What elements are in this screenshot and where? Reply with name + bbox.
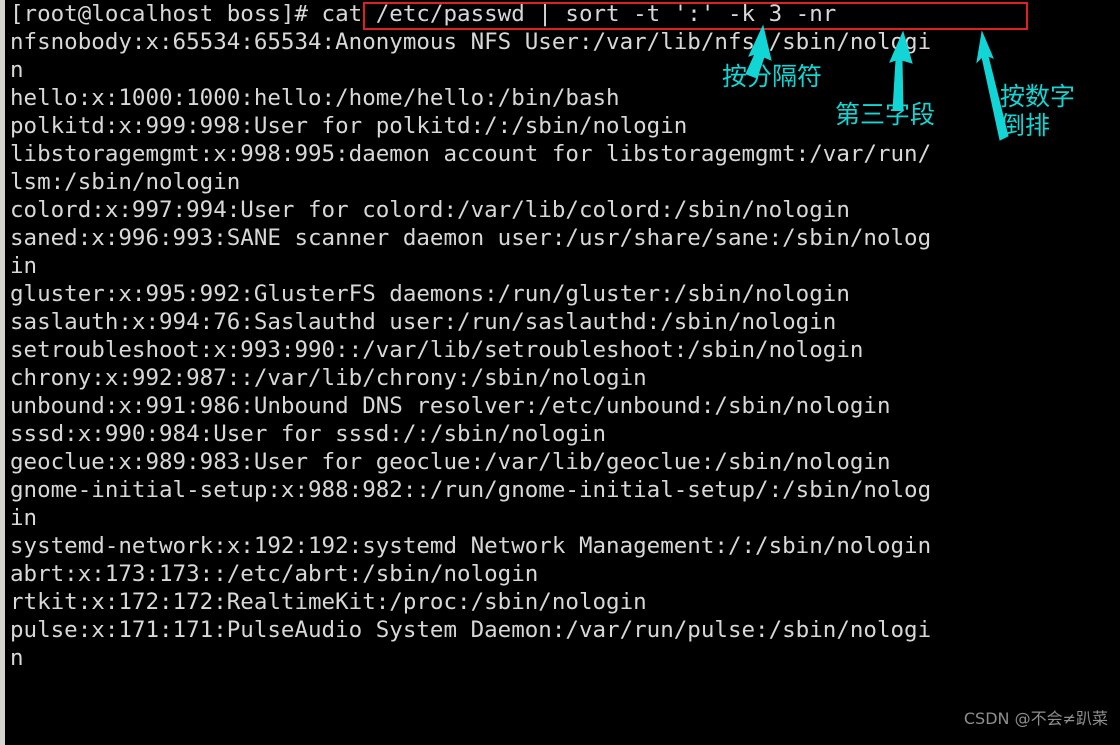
output-line: colord:x:997:994:User for colord:/var/li… (10, 197, 850, 223)
output-line: gluster:x:995:992:GlusterFS daemons:/run… (10, 281, 850, 307)
output-line: pulse:x:171:171:PulseAudio System Daemon… (10, 617, 932, 643)
output-line: in (10, 253, 38, 279)
output-line: unbound:x:991:986:Unbound DNS resolver:/… (10, 393, 891, 419)
output-line: saned:x:996:993:SANE scanner daemon user… (10, 225, 932, 251)
output-line: n (10, 645, 24, 671)
csdn-watermark: CSDN @不会≠趴菜 (963, 709, 1108, 728)
output-line: gnome-initial-setup:x:988:982::/run/gnom… (10, 477, 932, 503)
output-line: in (10, 505, 38, 531)
terminal-window[interactable]: [root@localhost boss]# cat /etc/passwd |… (0, 0, 1120, 745)
terminal-output: [root@localhost boss]# cat /etc/passwd |… (10, 0, 1120, 672)
output-line: rtkit:x:172:172:RealtimeKit:/proc:/sbin/… (10, 589, 647, 615)
output-line: geoclue:x:989:983:User for geoclue:/var/… (10, 449, 891, 475)
output-line: sssd:x:990:984:User for sssd:/:/sbin/nol… (10, 421, 607, 447)
output-line: setroubleshoot:x:993:990::/var/lib/setro… (10, 337, 864, 363)
output-line: abrt:x:173:173::/etc/abrt:/sbin/nologin (10, 561, 539, 587)
output-line: n (10, 57, 24, 83)
window-left-gutter (5, 0, 8, 745)
output-line: hello:x:1000:1000:hello:/home/hello:/bin… (10, 85, 620, 111)
output-line: saslauth:x:994:76:Saslauthd user:/run/sa… (10, 309, 837, 335)
output-line: systemd-network:x:192:192:systemd Networ… (10, 533, 932, 559)
output-line: libstoragemgmt:x:998:995:daemon account … (10, 141, 932, 167)
prompt-line: [root@localhost boss]# cat /etc/passwd |… (10, 1, 837, 27)
output-line: nfsnobody:x:65534:65534:Anonymous NFS Us… (10, 29, 932, 55)
output-line: chrony:x:992:987::/var/lib/chrony:/sbin/… (10, 365, 647, 391)
output-line: polkitd:x:999:998:User for polkitd:/:/sb… (10, 113, 688, 139)
output-line: lsm:/sbin/nologin (10, 169, 241, 195)
